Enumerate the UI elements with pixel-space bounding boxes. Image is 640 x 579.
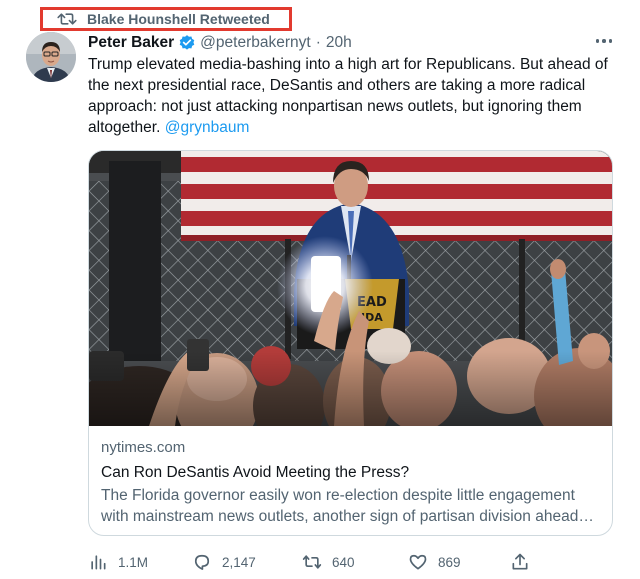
tweet-text: Trump elevated media-bashing into a high… [88,54,608,138]
link-card[interactable]: EAD IDA nytimes.com Can Ron DeSantis Avo… [88,150,613,536]
heart-icon [409,554,427,570]
views-count: 1.1M [118,554,149,570]
author-handle[interactable]: @peterbakernyt [200,34,311,52]
analytics-icon [91,555,106,570]
share-button[interactable] [510,550,530,574]
reply-icon [194,554,210,570]
tweet[interactable]: Blake Hounshell Retweeted Peter Baker @p… [0,0,640,579]
author-name[interactable]: Peter Baker [88,34,174,52]
retweet-header[interactable]: Blake Hounshell Retweeted [40,7,292,31]
retweet-label[interactable]: Blake Hounshell Retweeted [87,11,270,27]
views-button[interactable]: 1.1M [88,550,148,574]
share-icon [512,553,528,570]
mention-link[interactable]: @grynbaum [165,119,250,136]
action-bar: 1.1M 2,147 640 869 [88,550,628,574]
verified-badge-icon [179,35,195,50]
tweet-timestamp[interactable]: 20h [326,34,352,52]
card-image[interactable]: EAD IDA [89,151,612,426]
retweet-icon [302,555,322,569]
like-button[interactable]: 869 [408,550,461,574]
reply-count: 2,147 [222,554,256,570]
separator-dot: · [315,34,321,51]
card-title[interactable]: Can Ron DeSantis Avoid Meeting the Press… [101,464,601,482]
card-domain[interactable]: nytimes.com [101,439,185,456]
reply-button[interactable]: 2,147 [192,550,256,574]
retweet-icon [57,13,77,25]
tweet-header: Peter Baker @peterbakernyt · 20h [88,33,352,53]
avatar[interactable] [26,32,76,82]
like-count: 869 [438,554,461,570]
retweet-count: 640 [332,554,355,570]
retweet-button[interactable]: 640 [302,550,355,574]
card-description: The Florida governor easily won re-elect… [101,487,594,525]
more-options-icon[interactable] [594,34,614,48]
